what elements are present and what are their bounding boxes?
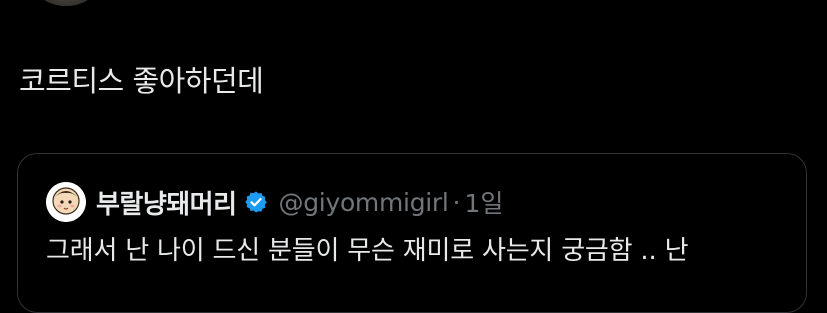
quoted-author-avatar[interactable] bbox=[46, 182, 86, 222]
quoted-author-handle[interactable]: @giyommigirl bbox=[279, 188, 449, 217]
author-avatar[interactable] bbox=[34, 0, 98, 6]
quoted-post-text: 그래서 난 나이 드신 분들이 무슨 재미로 사는지 궁금함 .. 난 bbox=[46, 236, 689, 266]
quoted-post-time[interactable]: 1일 bbox=[464, 184, 503, 220]
verified-badge-icon bbox=[243, 189, 269, 215]
separator-dot: · bbox=[452, 187, 461, 217]
post-text: 코르티스 좋아하던데 bbox=[19, 64, 264, 98]
quoted-author-name[interactable]: 부랄냥돼머리 bbox=[96, 184, 237, 221]
quoted-post-card[interactable]: 부랄냥돼머리 @giyommigirl · 1일 그래서 난 나이 드신 분들이… bbox=[17, 153, 807, 313]
quoted-post-header: 부랄냥돼머리 @giyommigirl · 1일 bbox=[46, 180, 503, 224]
